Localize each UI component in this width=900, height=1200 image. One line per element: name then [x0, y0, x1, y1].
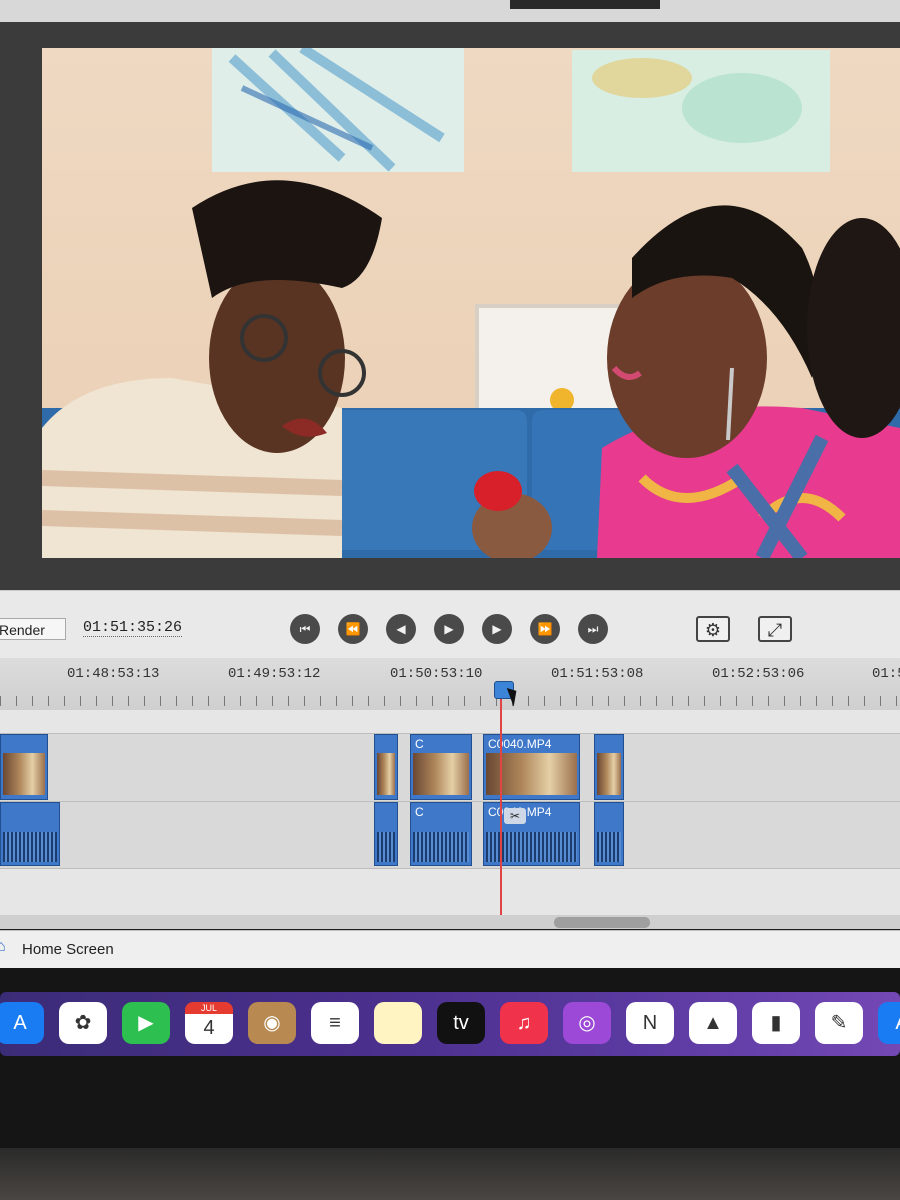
calendar-month: JUL [185, 1002, 233, 1014]
play-button[interactable]: ▶ [434, 614, 464, 644]
audio-clip[interactable]: C0040.MP4 [483, 802, 580, 866]
calendar-day: 4 [203, 1017, 215, 1039]
app-store-icon[interactable]: A [0, 1002, 44, 1044]
calendar-icon[interactable]: JUL 4 [185, 1002, 233, 1044]
home-screen-link[interactable]: Home Screen [22, 941, 114, 958]
go-to-start-icon: ⏮ [299, 622, 311, 636]
reminders-icon[interactable]: ≡ [311, 1002, 359, 1044]
monitor-settings-button[interactable]: ⚙ [696, 616, 730, 642]
video-clip[interactable]: C [410, 734, 472, 800]
previous-edit-button[interactable]: ⏪ [338, 614, 368, 644]
clip-thumbnail [413, 753, 469, 795]
contacts-icon[interactable]: ◉ [248, 1002, 296, 1044]
ruler-label: 01:48:53:13 [67, 666, 160, 682]
photos-icon[interactable]: ✿ [59, 1002, 107, 1044]
camera-notch [510, 0, 660, 9]
facetime-icon[interactable]: ▶ [122, 1002, 170, 1044]
news-icon[interactable]: N [626, 1002, 674, 1044]
ruler-label: 01:5 [872, 666, 900, 682]
laptop-base [0, 1148, 900, 1200]
ruler-label: 01:49:53:12 [228, 666, 321, 682]
previous-edit-icon: ⏪ [345, 622, 361, 636]
ruler-label: 01:52:53:06 [712, 666, 805, 682]
video-preview [42, 48, 900, 558]
numbers-icon[interactable]: ▮ [752, 1002, 800, 1044]
clip-thumbnail [597, 753, 621, 795]
ruler-label: 01:50:53:10 [390, 666, 483, 682]
video-clip[interactable] [374, 734, 398, 800]
menu-bar [0, 0, 900, 22]
video-clip[interactable]: C0040.MP4 [483, 734, 580, 800]
next-edit-icon: ⏩ [537, 622, 553, 636]
play-icon: ▶ [444, 622, 454, 636]
timeline-scrollbar[interactable] [0, 915, 900, 929]
go-to-start-button[interactable]: ⏮ [290, 614, 320, 644]
next-edit-button[interactable]: ⏩ [530, 614, 560, 644]
ruler-label: 01:51:53:08 [551, 666, 644, 682]
step-forward-icon: ▶ [492, 622, 502, 636]
ruler-ticks [0, 696, 900, 706]
step-back-icon: ◀ [396, 622, 406, 636]
audio-waveform [377, 832, 395, 862]
app-store-2-icon[interactable]: A [878, 1002, 900, 1044]
go-to-end-button[interactable]: ⏭ [578, 614, 608, 644]
video-clip[interactable] [594, 734, 624, 800]
clip-title: C [415, 737, 424, 751]
video-clip[interactable] [0, 734, 48, 800]
audio-clip[interactable] [374, 802, 398, 866]
fullscreen-icon: ⤢ [767, 620, 783, 640]
audio-clip[interactable] [0, 802, 60, 866]
notes-icon[interactable] [374, 1002, 422, 1044]
audio-clip[interactable]: C [410, 802, 472, 866]
step-forward-button[interactable]: ▶ [482, 614, 512, 644]
step-back-button[interactable]: ◀ [386, 614, 416, 644]
status-bar [0, 930, 900, 969]
scrollbar-thumb[interactable] [554, 917, 650, 928]
home-icon[interactable]: ⌂ [0, 939, 10, 955]
podcasts-icon[interactable]: ◎ [563, 1002, 611, 1044]
clip-thumbnail [377, 753, 395, 795]
keynote-icon[interactable]: ▲ [689, 1002, 737, 1044]
apple-tv-icon[interactable]: tv [437, 1002, 485, 1044]
clip-thumbnail [3, 753, 45, 795]
fullscreen-button[interactable]: ⤢ [758, 616, 792, 642]
monitor-settings-icon: ⚙ [704, 620, 722, 640]
clip-title: C0040.MP4 [488, 737, 552, 751]
playhead-line [500, 690, 502, 916]
audio-waveform [597, 832, 621, 862]
render-button[interactable]: Render [0, 618, 66, 640]
audio-waveform [3, 832, 57, 862]
go-to-end-icon: ⏭ [587, 622, 599, 636]
pages-icon[interactable]: ✎ [815, 1002, 863, 1044]
clip-title: C [415, 805, 424, 819]
scissors-icon[interactable]: ✂ [504, 808, 526, 824]
audio-clip[interactable] [594, 802, 624, 866]
audio-waveform [413, 832, 469, 862]
video-frame-image [42, 48, 900, 558]
music-icon[interactable]: ♫ [500, 1002, 548, 1044]
current-timecode[interactable]: 01:51:35:26 [83, 619, 183, 637]
